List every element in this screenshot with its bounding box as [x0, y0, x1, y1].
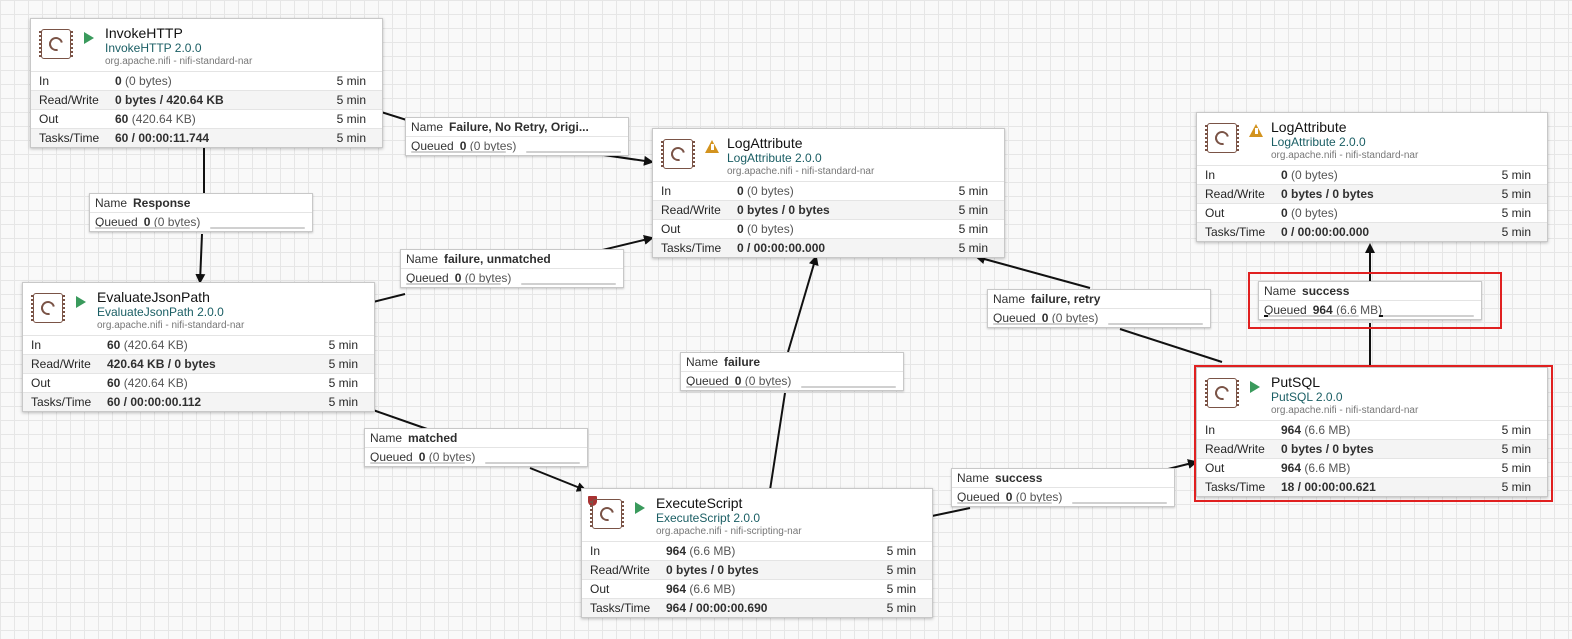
running-icon — [1250, 381, 1260, 393]
queue-size-bar — [1072, 502, 1167, 504]
queue-size-bar — [485, 462, 580, 464]
running-icon — [84, 32, 94, 44]
running-icon — [76, 296, 86, 308]
stat-row-in: In 60 (420.64 KB) 5 min — [23, 335, 374, 354]
stat-row-out: Out 964 (6.6 MB) 5 min — [1197, 458, 1547, 477]
queue-count-bar — [686, 386, 781, 388]
processor-logattribute-center[interactable]: LogAttribute LogAttribute 2.0.0 org.apac… — [652, 128, 1005, 258]
flow-canvas[interactable]: InvokeHTTP InvokeHTTP 2.0.0 org.apache.n… — [0, 0, 1572, 639]
queue-size-bar — [210, 227, 305, 229]
processor-name: LogAttribute — [727, 135, 803, 151]
processor-bundle: org.apache.nifi - nifi-standard-nar — [97, 320, 245, 331]
processor-type: EvaluateJsonPath 2.0.0 — [97, 305, 224, 319]
processor-icon — [661, 139, 695, 169]
queue-count-bar — [411, 151, 506, 153]
processor-bundle: org.apache.nifi - nifi-scripting-nar — [656, 526, 802, 537]
stat-row-in: In 0 (0 bytes) 5 min — [653, 181, 1004, 200]
stat-row-in: In 964 (6.6 MB) 5 min — [582, 541, 932, 560]
processor-name: EvaluateJsonPath — [97, 289, 210, 305]
processor-icon — [1205, 123, 1239, 153]
connection-success-putsql[interactable]: Name success Queued 964 (6.6 MB) — [1258, 281, 1482, 320]
processor-icon — [31, 293, 65, 323]
processor-type: PutSQL 2.0.0 — [1271, 390, 1343, 404]
queue-count-bar — [406, 283, 501, 285]
processor-name: InvokeHTTP — [105, 25, 183, 41]
stat-row-tasks: Tasks/Time 964 / 00:00:00.690 5 min — [582, 598, 932, 617]
processor-invokehttp[interactable]: InvokeHTTP InvokeHTTP 2.0.0 org.apache.n… — [30, 18, 383, 148]
stat-row-read-write: Read/Write 0 bytes / 0 bytes 5 min — [582, 560, 932, 579]
processor-executescript[interactable]: ExecuteScript ExecuteScript 2.0.0 org.ap… — [581, 488, 933, 618]
stat-row-out: Out 60 (420.64 KB) 5 min — [31, 109, 382, 128]
queue-size-bar — [521, 283, 616, 285]
stat-row-tasks: Tasks/Time 60 / 00:00:00.112 5 min — [23, 392, 374, 411]
connection-failure-unmatched[interactable]: Name failure, unmatched Queued 0 (0 bytes) — [400, 249, 624, 288]
processor-type: LogAttribute 2.0.0 — [727, 151, 822, 165]
queue-count-bar — [957, 502, 1052, 504]
connection-failure[interactable]: Name failure Queued 0 (0 bytes) — [680, 352, 904, 391]
queue-count-bar — [1264, 315, 1359, 317]
connection-matched[interactable]: Name matched Queued 0 (0 bytes) — [364, 428, 588, 467]
stat-row-in: In 0 (0 bytes) 5 min — [1197, 165, 1547, 184]
processor-putsql[interactable]: PutSQL PutSQL 2.0.0 org.apache.nifi - ni… — [1196, 367, 1548, 497]
stat-row-read-write: Read/Write 420.64 KB / 0 bytes 5 min — [23, 354, 374, 373]
stat-row-tasks: Tasks/Time 18 / 00:00:00.621 5 min — [1197, 477, 1547, 496]
processor-logattribute-right[interactable]: LogAttribute LogAttribute 2.0.0 org.apac… — [1196, 112, 1548, 242]
stat-row-tasks: Tasks/Time 60 / 00:00:11.744 5 min — [31, 128, 382, 147]
stat-row-read-write: Read/Write 0 bytes / 420.64 KB 5 min — [31, 90, 382, 109]
queue-size-bar — [526, 151, 621, 153]
stat-row-in: In 0 (0 bytes) 5 min — [31, 71, 382, 90]
processor-type: ExecuteScript 2.0.0 — [656, 511, 761, 525]
stat-row-out: Out 60 (420.64 KB) 5 min — [23, 373, 374, 392]
stat-row-out: Out 0 (0 bytes) 5 min — [653, 219, 1004, 238]
processor-bundle: org.apache.nifi - nifi-standard-nar — [105, 56, 253, 67]
stat-row-tasks: Tasks/Time 0 / 00:00:00.000 5 min — [1197, 222, 1547, 241]
running-icon — [635, 502, 645, 514]
processor-type: LogAttribute 2.0.0 — [1271, 135, 1366, 149]
processor-icon — [39, 29, 73, 59]
processor-name: PutSQL — [1271, 374, 1321, 390]
processor-type: InvokeHTTP 2.0.0 — [105, 41, 202, 55]
queue-count-bar — [370, 462, 465, 464]
processor-name: ExecuteScript — [656, 495, 743, 511]
stat-row-out: Out 964 (6.6 MB) 5 min — [582, 579, 932, 598]
connection-success-executescript[interactable]: Name success Queued 0 (0 bytes) — [951, 468, 1175, 507]
queue-count-bar — [95, 227, 190, 229]
connection-failure-retry[interactable]: Name failure, retry Queued 0 (0 bytes) — [987, 289, 1211, 328]
warning-icon[interactable] — [705, 140, 719, 153]
connection-failure-noretry[interactable]: Name Failure, No Retry, Origi... Queued 0 … — [405, 117, 629, 156]
stat-row-read-write: Read/Write 0 bytes / 0 bytes 5 min — [653, 200, 1004, 219]
processor-evaluatejsonpath[interactable]: EvaluateJsonPath EvaluateJsonPath 2.0.0 … — [22, 282, 375, 412]
queue-size-bar — [1108, 323, 1203, 325]
stat-row-read-write: Read/Write 0 bytes / 0 bytes 5 min — [1197, 439, 1547, 458]
queue-count-bar — [993, 323, 1088, 325]
processor-bundle: org.apache.nifi - nifi-standard-nar — [727, 166, 875, 177]
stat-row-tasks: Tasks/Time 0 / 00:00:00.000 5 min — [653, 238, 1004, 257]
processor-bundle: org.apache.nifi - nifi-standard-nar — [1271, 405, 1419, 416]
connection-response[interactable]: Name Response Queued 0 (0 bytes) — [89, 193, 313, 232]
processor-icon — [1205, 378, 1239, 408]
stat-row-in: In 964 (6.6 MB) 5 min — [1197, 420, 1547, 439]
stat-row-read-write: Read/Write 0 bytes / 0 bytes 5 min — [1197, 184, 1547, 203]
stat-row-out: Out 0 (0 bytes) 5 min — [1197, 203, 1547, 222]
processor-name: LogAttribute — [1271, 119, 1347, 135]
queue-size-bar — [801, 386, 896, 388]
warning-icon[interactable] — [1249, 124, 1263, 137]
queue-size-bar — [1379, 315, 1474, 317]
processor-icon — [590, 499, 624, 529]
processor-bundle: org.apache.nifi - nifi-standard-nar — [1271, 150, 1419, 161]
